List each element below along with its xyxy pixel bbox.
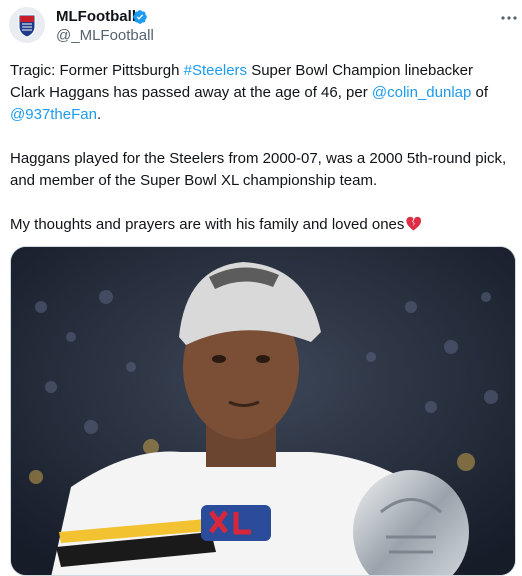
tweet-media[interactable] (10, 246, 516, 576)
broken-heart-icon (406, 216, 422, 231)
player-photo (11, 247, 515, 575)
tweet-text: Tragic: Former Pittsburgh #Steelers Supe… (10, 60, 510, 236)
author-name[interactable]: MLFootball (56, 8, 136, 26)
avatar[interactable] (9, 7, 45, 43)
mlfl-shield-logo-icon (9, 7, 45, 43)
text-span: . (96, 106, 102, 123)
text-span: of (471, 84, 489, 101)
tweet-paragraph-2: Haggans played for the Steelers from 200… (10, 150, 507, 189)
verified-badge-icon (133, 10, 147, 24)
text-span: Tragic: Former Pittsburgh (10, 62, 184, 79)
tweet-paragraph-3: My thoughts and prayers are with his fam… (10, 214, 510, 236)
author-handle[interactable]: @_MLFootball (56, 27, 154, 45)
hashtag-steelers[interactable]: #Steelers (184, 62, 247, 79)
tweet-paragraph-1: Tragic: Former Pittsburgh #Steelers Supe… (10, 60, 510, 126)
tweet-header: MLFootball @_MLFootball (0, 0, 522, 56)
mention-colin-dunlap[interactable]: @colin_dunlap (372, 84, 471, 101)
text-span: My thoughts and prayers are with his fam… (10, 216, 405, 233)
more-options-icon[interactable] (499, 8, 519, 28)
mention-937thefan[interactable]: @937theFan (10, 106, 97, 123)
